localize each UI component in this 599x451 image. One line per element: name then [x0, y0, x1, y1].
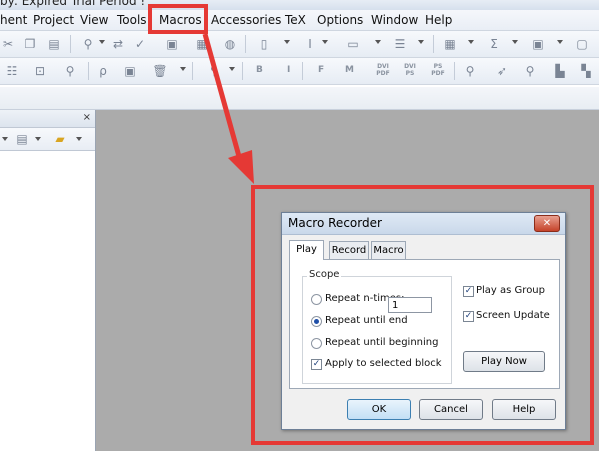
tab-play[interactable]: Play: [289, 240, 324, 260]
annotation-arrow-icon: [202, 33, 254, 184]
